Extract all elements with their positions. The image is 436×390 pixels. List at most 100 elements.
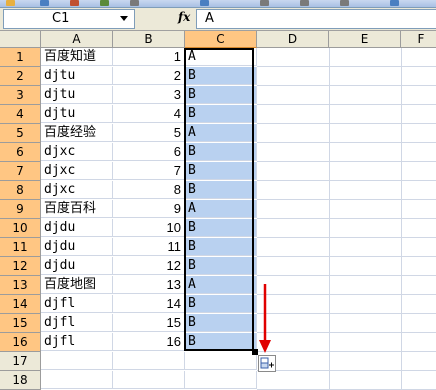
column-header-a[interactable]: A bbox=[41, 31, 113, 48]
cell-a[interactable]: djtu bbox=[41, 86, 113, 104]
cell-c[interactable]: B bbox=[185, 295, 257, 313]
toolbar-icon[interactable] bbox=[130, 0, 139, 6]
cell-d[interactable] bbox=[257, 48, 330, 67]
cell-e[interactable] bbox=[329, 314, 402, 333]
cell-a[interactable]: 百度地图 bbox=[41, 276, 113, 294]
row-header[interactable]: 1 bbox=[0, 48, 41, 67]
cell-a[interactable]: djdu bbox=[41, 219, 113, 237]
cell-f[interactable] bbox=[401, 276, 436, 295]
row-header[interactable]: 4 bbox=[0, 105, 41, 124]
cell-f[interactable] bbox=[401, 105, 436, 124]
cell-c[interactable]: B bbox=[185, 238, 257, 256]
cell-f[interactable] bbox=[401, 295, 436, 314]
cell-f[interactable] bbox=[401, 67, 436, 86]
row-header[interactable]: 10 bbox=[0, 219, 41, 238]
cell-d[interactable] bbox=[257, 371, 330, 390]
cell-c[interactable]: B bbox=[185, 105, 257, 123]
cell-a[interactable]: 百度知道 bbox=[41, 48, 113, 66]
cell-d[interactable] bbox=[257, 86, 330, 105]
cell-a[interactable] bbox=[41, 371, 113, 389]
cell-e[interactable] bbox=[329, 105, 402, 124]
cell-c[interactable]: B bbox=[185, 314, 257, 332]
cell-b[interactable]: 8 bbox=[113, 181, 185, 199]
cell-d[interactable] bbox=[257, 143, 330, 162]
cell-c[interactable] bbox=[185, 352, 257, 370]
toolbar-icon[interactable] bbox=[340, 0, 349, 6]
cell-f[interactable] bbox=[401, 162, 436, 181]
cell-d[interactable] bbox=[257, 105, 330, 124]
cell-e[interactable] bbox=[329, 295, 402, 314]
cell-b[interactable] bbox=[113, 371, 185, 389]
cell-e[interactable] bbox=[329, 67, 402, 86]
cell-b[interactable]: 15 bbox=[113, 314, 185, 332]
row-header[interactable]: 17 bbox=[0, 352, 41, 371]
cell-c[interactable]: B bbox=[185, 333, 257, 351]
cell-c[interactable]: A bbox=[185, 276, 257, 294]
cell-f[interactable] bbox=[401, 48, 436, 67]
column-header-e[interactable]: E bbox=[329, 31, 401, 48]
cell-e[interactable] bbox=[329, 371, 402, 390]
cell-e[interactable] bbox=[329, 162, 402, 181]
row-header[interactable]: 13 bbox=[0, 276, 41, 295]
fx-icon[interactable]: fx bbox=[178, 10, 190, 24]
cell-b[interactable]: 2 bbox=[113, 67, 185, 85]
column-header-b[interactable]: B bbox=[113, 31, 185, 48]
cell-f[interactable] bbox=[401, 371, 436, 390]
cell-a[interactable]: djxc bbox=[41, 162, 113, 180]
cell-b[interactable]: 5 bbox=[113, 124, 185, 142]
cell-b[interactable]: 9 bbox=[113, 200, 185, 218]
cell-c[interactable]: B bbox=[185, 86, 257, 104]
row-header[interactable]: 3 bbox=[0, 86, 41, 105]
cell-a[interactable]: djfl bbox=[41, 333, 113, 351]
row-header[interactable]: 9 bbox=[0, 200, 41, 219]
cell-b[interactable]: 16 bbox=[113, 333, 185, 351]
name-box[interactable]: C1 bbox=[3, 9, 135, 29]
row-header[interactable]: 6 bbox=[0, 143, 41, 162]
row-header[interactable]: 14 bbox=[0, 295, 41, 314]
cell-a[interactable]: djdu bbox=[41, 257, 113, 275]
cell-f[interactable] bbox=[401, 181, 436, 200]
row-header[interactable]: 16 bbox=[0, 333, 41, 352]
cell-a[interactable]: djfl bbox=[41, 295, 113, 313]
cell-c[interactable]: B bbox=[185, 181, 257, 199]
cell-c[interactable]: B bbox=[185, 162, 257, 180]
cell-b[interactable]: 13 bbox=[113, 276, 185, 294]
row-header[interactable]: 8 bbox=[0, 181, 41, 200]
row-header[interactable]: 2 bbox=[0, 67, 41, 86]
cell-d[interactable] bbox=[257, 219, 330, 238]
cell-f[interactable] bbox=[401, 333, 436, 352]
cell-f[interactable] bbox=[401, 143, 436, 162]
cell-f[interactable] bbox=[401, 219, 436, 238]
cell-f[interactable] bbox=[401, 314, 436, 333]
select-all-corner[interactable] bbox=[0, 31, 41, 48]
cell-b[interactable]: 4 bbox=[113, 105, 185, 123]
row-header[interactable]: 15 bbox=[0, 314, 41, 333]
cell-f[interactable] bbox=[401, 200, 436, 219]
cell-b[interactable]: 7 bbox=[113, 162, 185, 180]
row-header[interactable]: 7 bbox=[0, 162, 41, 181]
cell-e[interactable] bbox=[329, 124, 402, 143]
cell-a[interactable]: djxc bbox=[41, 143, 113, 161]
cell-d[interactable] bbox=[257, 200, 330, 219]
row-header[interactable]: 5 bbox=[0, 124, 41, 143]
toolbar-icon[interactable] bbox=[390, 0, 399, 6]
cell-f[interactable] bbox=[401, 86, 436, 105]
cell-e[interactable] bbox=[329, 276, 402, 295]
cell-c[interactable]: A bbox=[185, 48, 257, 66]
cell-c[interactable]: B bbox=[185, 143, 257, 161]
toolbar-icon[interactable] bbox=[70, 0, 79, 6]
chevron-down-icon[interactable] bbox=[120, 16, 128, 21]
cell-d[interactable] bbox=[257, 124, 330, 143]
cell-e[interactable] bbox=[329, 333, 402, 352]
cell-f[interactable] bbox=[401, 238, 436, 257]
cell-a[interactable]: djtu bbox=[41, 105, 113, 123]
cell-c[interactable] bbox=[185, 371, 257, 389]
cell-a[interactable]: djxc bbox=[41, 181, 113, 199]
cell-b[interactable]: 10 bbox=[113, 219, 185, 237]
cell-e[interactable] bbox=[329, 238, 402, 257]
cell-d[interactable] bbox=[257, 257, 330, 276]
cell-d[interactable] bbox=[257, 67, 330, 86]
toolbar-icon[interactable] bbox=[40, 0, 49, 6]
cell-e[interactable] bbox=[329, 143, 402, 162]
cell-f[interactable] bbox=[401, 352, 436, 371]
